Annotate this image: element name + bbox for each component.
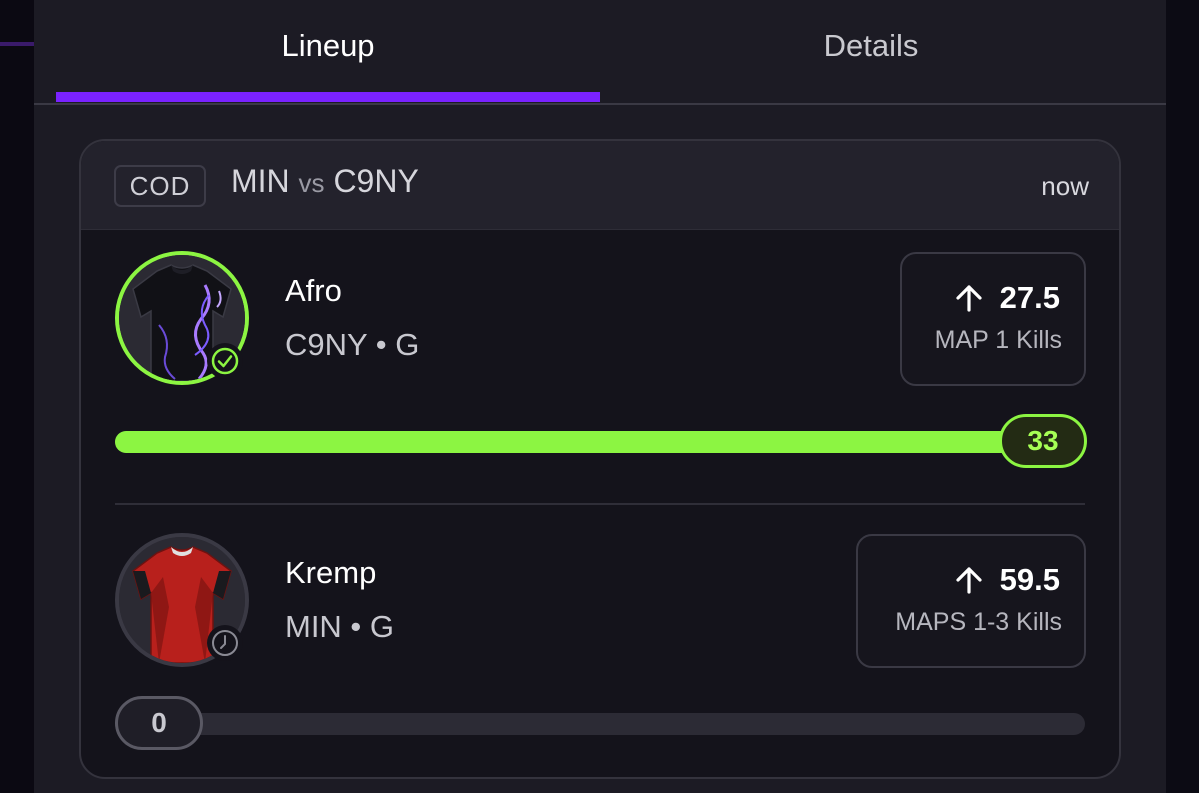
arrow-up-icon	[956, 285, 982, 312]
projection-box[interactable]: 27.5 MAP 1 Kills	[900, 252, 1086, 386]
projection-box[interactable]: 59.5 MAPS 1-3 Kills	[856, 534, 1086, 668]
row-divider	[115, 503, 1085, 505]
projection-line: 59.5	[954, 562, 1060, 598]
left-accent	[0, 42, 34, 46]
progress-bar	[115, 713, 1085, 735]
lineup-panel: Lineup Details COD MIN vs C9NY now Afro …	[34, 0, 1166, 793]
stat-type: MAP 1 Kills	[934, 326, 1062, 354]
current-value-pill: 33	[999, 414, 1087, 468]
current-value-pill: 0	[115, 696, 203, 750]
clock-icon	[207, 625, 243, 661]
card-header: COD MIN vs C9NY now	[81, 141, 1119, 230]
active-tab-indicator	[56, 92, 600, 102]
line-value: 59.5	[999, 562, 1060, 597]
progress-bar	[115, 431, 1085, 453]
lineup-card: COD MIN vs C9NY now Afro C9NY • G 27.5 M…	[79, 139, 1121, 779]
progress-fill	[115, 431, 1085, 453]
projection-line: 27.5	[954, 280, 1060, 316]
tab-bar: Lineup Details	[34, 0, 1166, 105]
tab-lineup-label: Lineup	[281, 28, 375, 63]
tab-divider	[34, 103, 1166, 105]
player-name: Kremp	[285, 555, 377, 590]
player-name: Afro	[285, 273, 342, 308]
team-a: MIN	[231, 163, 290, 199]
tab-lineup[interactable]: Lineup	[56, 0, 600, 92]
right-edge	[1166, 0, 1199, 793]
left-edge	[0, 0, 34, 793]
match-time: now	[1041, 171, 1089, 201]
arrow-up-icon	[956, 567, 982, 594]
stat-type: MAPS 1-3 Kills	[895, 608, 1062, 636]
matchup: MIN vs C9NY	[231, 163, 419, 200]
vs-label: vs	[298, 168, 325, 198]
player-avatar[interactable]	[115, 251, 249, 385]
team-b: C9NY	[333, 163, 419, 199]
tab-details-label: Details	[823, 28, 919, 63]
player-avatar[interactable]	[115, 533, 249, 667]
check-circle-icon	[207, 343, 243, 379]
player-team-position: MIN • G	[285, 609, 395, 644]
tab-details[interactable]: Details	[599, 0, 1143, 92]
player-team-position: C9NY • G	[285, 327, 420, 362]
league-badge: COD	[114, 165, 206, 207]
line-value: 27.5	[999, 280, 1060, 315]
